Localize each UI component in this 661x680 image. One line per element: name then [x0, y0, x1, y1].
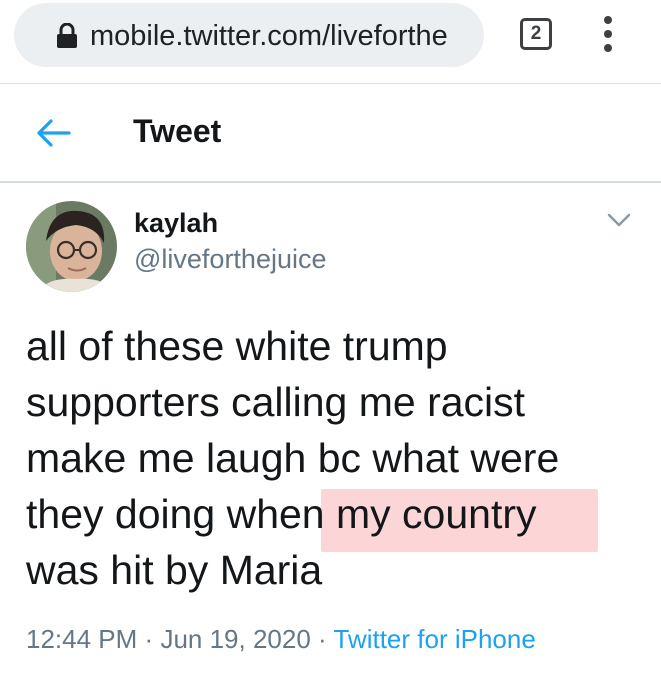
- tweet-meta: 12:44 PM · Jun 19, 2020 · Twitter for iP…: [26, 624, 536, 655]
- tweet-text-line: all of these white trump: [26, 323, 448, 369]
- tweet-date[interactable]: Jun 19, 2020: [160, 624, 310, 654]
- separator: ·: [144, 624, 154, 654]
- tweet-text-line: they doing when my country: [26, 491, 537, 537]
- page-header: Tweet: [0, 85, 661, 183]
- browser-toolbar: mobile.twitter.com/liveforthe 2: [0, 0, 661, 84]
- separator: ·: [318, 624, 327, 654]
- more-vert-icon[interactable]: [598, 14, 618, 54]
- user-handle[interactable]: @liveforthejuice: [134, 244, 327, 275]
- chevron-down-icon[interactable]: [607, 212, 631, 228]
- back-arrow-icon[interactable]: [35, 118, 71, 148]
- avatar[interactable]: [26, 201, 117, 292]
- tweet-time[interactable]: 12:44 PM: [26, 624, 137, 654]
- url-text: mobile.twitter.com/liveforthe: [90, 20, 448, 52]
- tab-switcher-button[interactable]: 2: [520, 18, 552, 50]
- page-title: Tweet: [133, 113, 222, 149]
- address-bar[interactable]: mobile.twitter.com/liveforthe: [14, 3, 484, 67]
- tweet-text-line: was hit by Maria: [26, 547, 323, 593]
- tweet-text: all of these white trump supporters call…: [26, 318, 646, 598]
- lock-icon: [57, 23, 77, 48]
- tweet-source-link[interactable]: Twitter for iPhone: [333, 624, 535, 654]
- tweet-text-line: make me laugh bc what were: [26, 435, 560, 481]
- avatar-image: [26, 201, 117, 292]
- display-name[interactable]: kaylah: [134, 208, 218, 239]
- tweet-text-line: supporters calling me racist: [26, 379, 526, 425]
